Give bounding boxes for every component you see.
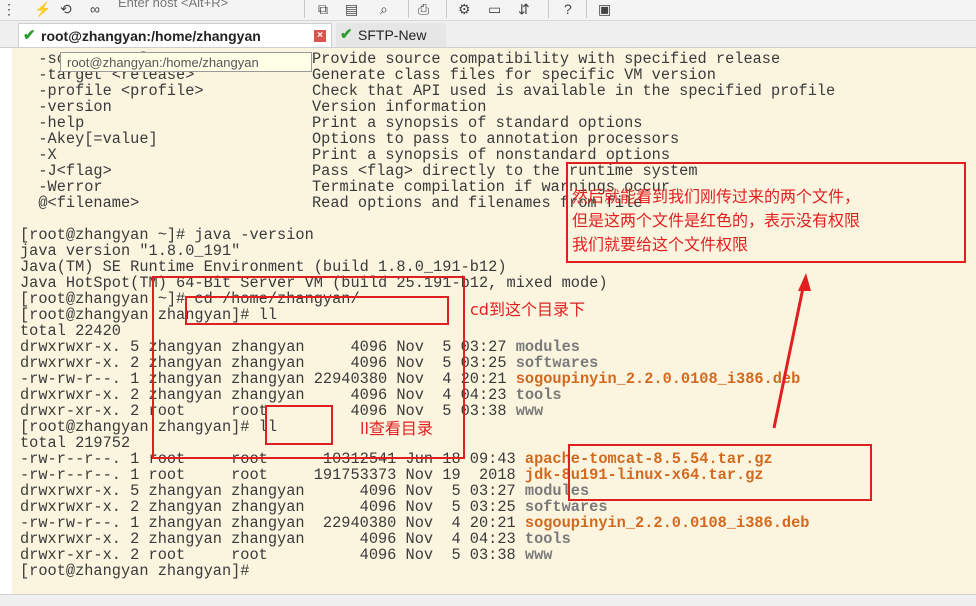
help-description: Print a synopsis of standard options	[312, 114, 643, 132]
terminal-line: [root@zhangyan ~]# java -version	[20, 226, 314, 244]
status-bar	[0, 594, 976, 606]
tab-sftp-new[interactable]: ✔ SFTP-New	[336, 23, 446, 47]
connected-check-icon: ✔	[23, 27, 36, 44]
ls-entry: drwxrwxr-x. 2 zhangyan zhangyan 4096 Nov…	[20, 531, 571, 547]
copy-icon[interactable]: ⧉	[318, 1, 328, 17]
find-icon[interactable]: ⌕	[380, 1, 388, 17]
print-icon[interactable]: ⎙	[418, 1, 429, 17]
help-line: -Werror Terminate compilation if warnings…	[20, 179, 670, 195]
explanation-line-2: 但是这两个文件是红色的，表示没有权限	[572, 211, 861, 230]
keymap-icon[interactable]: ▭	[488, 1, 501, 17]
sessions-icon[interactable]: ⋮	[2, 1, 16, 17]
terminal-line: total 219752	[20, 434, 131, 452]
annotation-arrow	[772, 273, 811, 429]
explanation-line-3: 我们就要给这个文件权限	[572, 235, 749, 254]
help-line: -version Version information	[20, 99, 486, 115]
toolbar-divider	[408, 0, 409, 18]
help-line: -J<flag> Pass <flag> directly to the runt…	[20, 163, 697, 179]
ls-entry-name: www	[515, 402, 544, 420]
app-logo-icon[interactable]: ▣	[598, 1, 611, 17]
help-description: Print a synopsis of nonstandard options	[312, 146, 671, 164]
ls-entry: drwxr-xr-x. 2 root root 4096 Nov 5 03:38…	[20, 547, 552, 563]
sftp-transfer-icon[interactable]: ⇵	[518, 1, 530, 17]
paste-icon[interactable]: ▤	[345, 1, 358, 17]
help-icon[interactable]: ?	[564, 1, 572, 17]
help-description: Generate class files for specific VM ver…	[312, 66, 716, 84]
reconnect-icon[interactable]: ⟲	[60, 1, 72, 17]
link-icon[interactable]: ∞	[90, 1, 100, 17]
explanation-line-1: 然后就能看到我们刚传过来的两个文件，	[572, 187, 861, 206]
terminal-line: Java(TM) SE Runtime Environment (build 1…	[20, 258, 507, 276]
tab-label: root@zhangyan:/home/zhangyan	[41, 28, 261, 44]
help-line: -Akey[=value] Options to pass to annotati…	[20, 131, 679, 147]
help-line: -help Print a synopsis of standard option…	[20, 115, 642, 131]
help-description: Version information	[312, 98, 487, 116]
toolbar: ⋮ ⚡ ⟲ ∞ Enter host <Alt+R> ⧉ ▤ ⌕ ⎙ ⚙ ▭ ⇵…	[0, 0, 976, 21]
help-description: Options to pass to annotation processors	[312, 130, 680, 148]
help-line: -profile <profile> Check that API used is…	[20, 83, 835, 99]
terminal-line: java version "1.8.0_191"	[20, 242, 241, 260]
ll-annotation: ll查看目录	[360, 419, 433, 438]
terminal-prompt: [root@zhangyan zhangyan]#	[20, 562, 250, 580]
host-input[interactable]: Enter host <Alt+R>	[118, 0, 293, 14]
toolbar-divider	[548, 0, 549, 18]
ll-command-box	[265, 405, 333, 445]
tab-label: SFTP-New	[358, 27, 427, 43]
help-line: -X Print a synopsis of nonstandard option…	[20, 147, 670, 163]
cd-annotation: cd到这个目录下	[470, 300, 585, 319]
toolbar-divider	[586, 0, 587, 18]
uploaded-files-box	[568, 444, 872, 501]
quick-connect-icon[interactable]: ⚡	[34, 1, 51, 17]
ls-entry: -rw-rw-r--. 1 zhangyan zhangyan 22940380…	[20, 515, 809, 531]
help-description: Check that API used is available in the …	[312, 82, 836, 100]
ls-entry: drwxrwxr-x. 2 zhangyan zhangyan 4096 Nov…	[20, 499, 608, 515]
toolbar-divider	[446, 0, 447, 18]
settings-gear-icon[interactable]: ⚙	[458, 1, 471, 17]
tab-tooltip: root@zhangyan:/home/zhangyan	[60, 52, 312, 72]
cd-command-box	[185, 296, 449, 325]
tab-root-session[interactable]: ✔ root@zhangyan:/home/zhangyan ×	[18, 23, 332, 47]
ls-entry-name: www	[524, 546, 553, 564]
session-tabs: ✔ root@zhangyan:/home/zhangyan × ✔ SFTP-…	[0, 21, 976, 48]
help-line: @<filename> Read options and filenames fr…	[20, 194, 642, 212]
connected-check-icon: ✔	[340, 26, 353, 43]
close-tab-icon[interactable]: ×	[314, 30, 326, 42]
help-option: @<filename>	[20, 194, 140, 212]
terminal-line: total 22420	[20, 322, 121, 340]
help-description: Provide source compatibility with specif…	[312, 50, 781, 68]
toolbar-divider	[304, 0, 305, 18]
ls-entry: drwxrwxr-x. 5 zhangyan zhangyan 4096 Nov…	[20, 483, 589, 499]
